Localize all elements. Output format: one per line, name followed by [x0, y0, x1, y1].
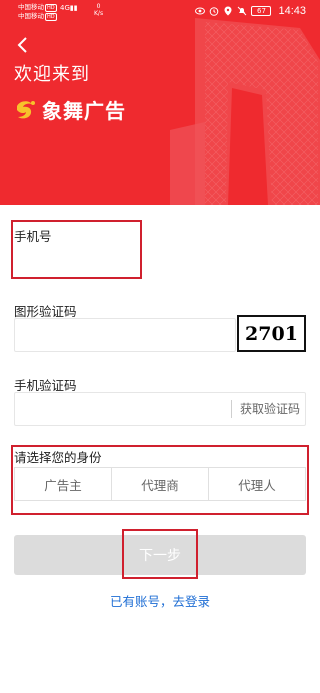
brand-name: 象舞广告	[42, 99, 126, 123]
get-code-button[interactable]: 获取验证码	[231, 400, 300, 418]
alarm-icon	[210, 7, 219, 16]
net-speed: 0 K/s	[94, 3, 103, 17]
status-icons: 67 14:43	[195, 5, 306, 17]
carrier-1: 中国移动	[18, 3, 44, 11]
hd-badge: HD	[45, 4, 57, 12]
sms-input[interactable]	[15, 393, 225, 425]
hd-badge-2: HD	[45, 13, 57, 21]
phone-field[interactable]	[14, 246, 136, 280]
role-agency[interactable]: 代理商	[112, 468, 209, 500]
clock: 14:43	[278, 5, 306, 17]
location-icon	[224, 6, 232, 16]
network-type: 4G	[60, 4, 70, 12]
welcome-text: 欢迎来到	[14, 64, 90, 85]
signal-icon: 4G▮▮	[60, 4, 78, 12]
speed-unit: K/s	[94, 10, 104, 17]
back-arrow-icon[interactable]	[16, 36, 30, 54]
brand-logo-icon	[17, 100, 35, 118]
role-advertiser[interactable]: 广告主	[15, 468, 112, 500]
phone-label: 手机号	[14, 229, 52, 244]
captcha-field[interactable]	[14, 318, 236, 352]
identity-label: 请选择您的身份	[14, 450, 102, 465]
status-bar: 中国移动 HD 中国移动 HD 4G▮▮ 0 K/s 67 14:43	[0, 0, 320, 24]
carrier-2: 中国移动	[18, 12, 44, 20]
role-agent[interactable]: 代理人	[209, 468, 305, 500]
battery-icon: 67	[251, 6, 272, 16]
captcha-image[interactable]: 2701	[237, 315, 306, 352]
role-selector: 广告主 代理商 代理人	[14, 467, 306, 501]
captcha-input[interactable]	[15, 319, 235, 351]
next-button[interactable]: 下一步	[14, 535, 306, 575]
speed-value: 0	[96, 3, 101, 10]
eye-icon	[195, 7, 206, 15]
login-link[interactable]: 已有账号，去登录	[0, 591, 320, 610]
mute-icon	[238, 6, 247, 16]
phone-input[interactable]	[14, 246, 136, 280]
brand: 象舞广告	[14, 95, 126, 124]
carrier-info: 中国移动 HD 中国移动 HD	[18, 3, 57, 21]
